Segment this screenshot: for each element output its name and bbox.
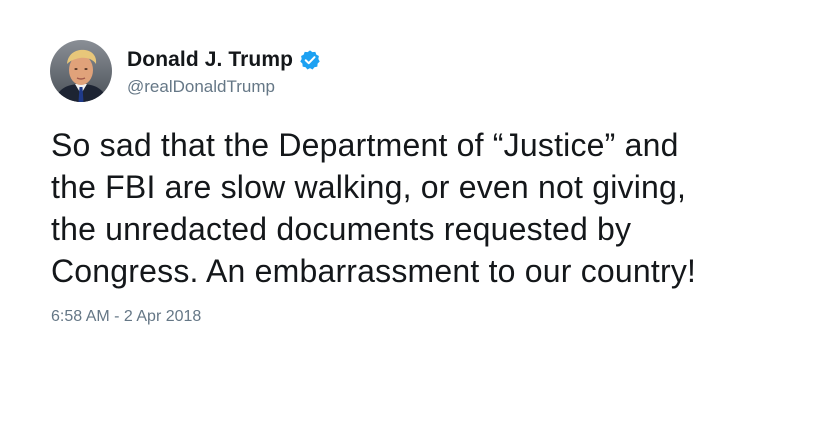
user-names: Donald J. Trump @realDonaldTrump [127, 45, 321, 97]
tweet-text-line: So sad that the Department of “Justice” … [51, 127, 679, 163]
tweet-text-line: Congress. An embarrassment to our countr… [51, 253, 697, 289]
verified-badge-icon [299, 49, 321, 71]
tweet-text-line: the FBI are slow walking, or even not gi… [51, 169, 687, 205]
tweet-timestamp[interactable]: 6:58 AM - 2 Apr 2018 [51, 308, 201, 326]
tweet-text: So sad that the Department of “Justice” … [51, 124, 811, 292]
tweet-text-line: the unredacted documents requested by [51, 211, 632, 247]
tweet-header: Donald J. Trump @realDonaldTrump [50, 40, 321, 102]
display-name[interactable]: Donald J. Trump [127, 48, 293, 72]
user-handle[interactable]: @realDonaldTrump [127, 77, 321, 97]
tweet-card: Donald J. Trump @realDonaldTrump So sad … [0, 0, 835, 425]
name-row: Donald J. Trump [127, 45, 321, 75]
avatar[interactable] [50, 40, 112, 102]
